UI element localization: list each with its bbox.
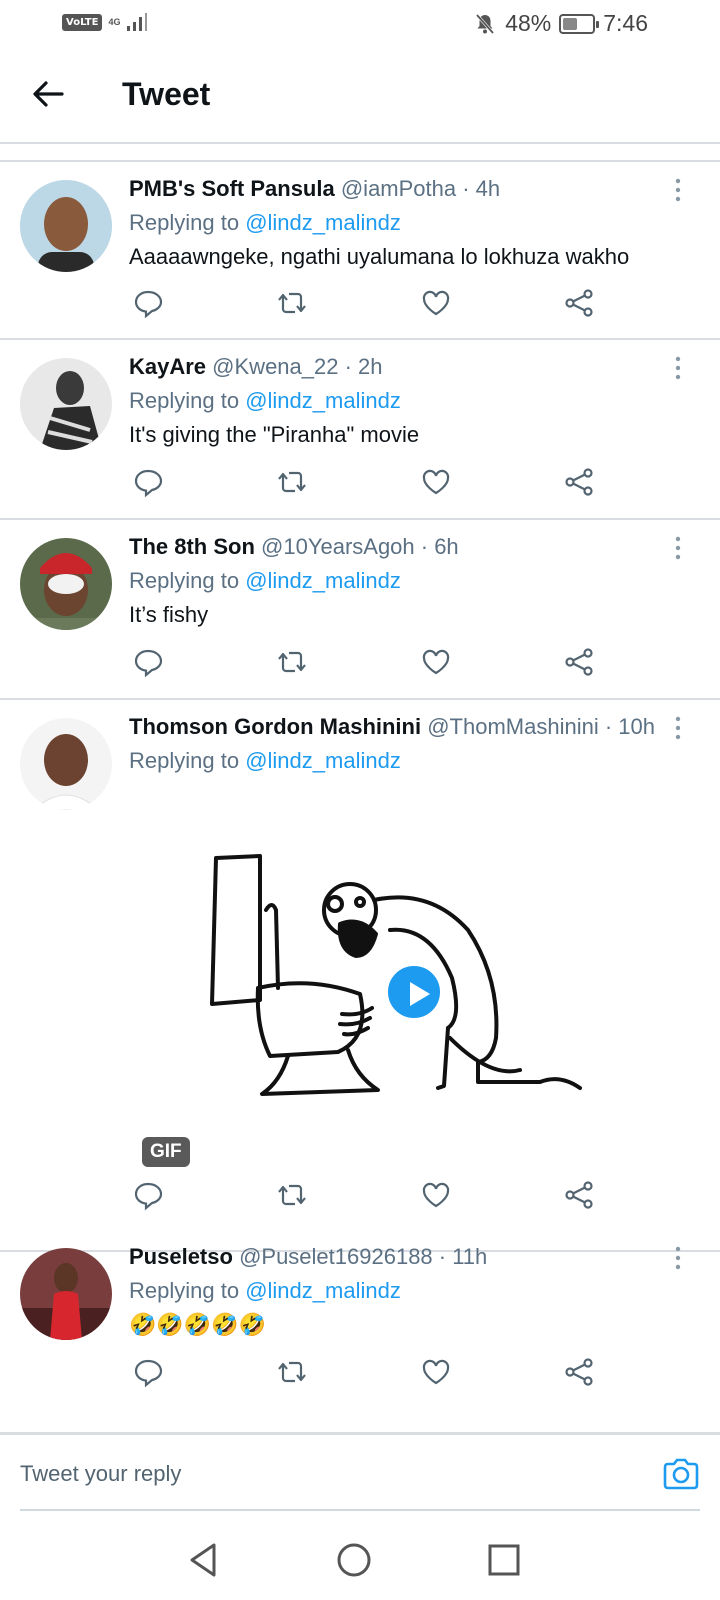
replying-to: Replying to @lindz_malindz [129, 748, 700, 774]
retweet-icon[interactable] [275, 1355, 309, 1389]
reply-icon[interactable] [131, 465, 165, 499]
tweet-text: 🤣🤣🤣🤣🤣 [129, 1312, 266, 1337]
share-icon[interactable] [562, 1355, 596, 1389]
signal-strength-icon [127, 13, 148, 31]
more-icon[interactable] [674, 536, 682, 560]
battery-icon [559, 13, 600, 34]
tweet-header: PMB's Soft Pansula @iamPotha · 4h [129, 176, 700, 202]
retweet-icon[interactable] [275, 465, 309, 499]
nav-recents-icon[interactable] [484, 1540, 524, 1580]
tweet-actions [131, 645, 611, 679]
tweet-item[interactable]: Puseletso @Puselet16926188 · 11h Replyin… [0, 1244, 720, 1432]
replying-to: Replying to @lindz_malindz [129, 1278, 700, 1304]
back-arrow-icon[interactable] [28, 74, 68, 114]
nav-home-icon[interactable] [334, 1540, 374, 1580]
page-title: Tweet [122, 76, 211, 112]
system-nav-bar [0, 1520, 720, 1600]
signal-indicators: VoLTE 4G [62, 12, 148, 32]
reply-icon[interactable] [131, 286, 165, 320]
like-icon[interactable] [419, 645, 453, 679]
reply-icon[interactable] [131, 1355, 165, 1389]
tweet-header: KayAre @Kwena_22 · 2h [129, 354, 700, 380]
reply-icon[interactable] [131, 1178, 165, 1212]
like-icon[interactable] [419, 286, 453, 320]
author-meta: @Kwena_22 · 2h [212, 354, 383, 379]
retweet-icon[interactable] [275, 1178, 309, 1212]
author-name[interactable]: KayAre [129, 354, 206, 379]
author-name[interactable]: Thomson Gordon Mashinini [129, 714, 421, 739]
network-type: 4G [108, 16, 121, 27]
avatar[interactable] [20, 538, 112, 630]
replying-label: Replying to [129, 1278, 240, 1303]
replying-label: Replying to [129, 568, 240, 593]
author-meta: @10YearsAgoh · 6h [261, 534, 459, 559]
tweet-item[interactable]: KayAre @Kwena_22 · 2h Replying to @lindz… [0, 340, 720, 520]
tweet-actions [131, 465, 611, 499]
tweet-actions [131, 1178, 611, 1212]
volte-badge: VoLTE [62, 13, 103, 31]
avatar[interactable] [20, 180, 112, 272]
mute-bell-icon [476, 13, 495, 34]
replying-to: Replying to @lindz_malindz [129, 210, 700, 236]
share-icon[interactable] [562, 645, 596, 679]
author-name[interactable]: Puseletso [129, 1244, 233, 1269]
author-meta: @iamPotha · 4h [340, 176, 501, 201]
more-icon[interactable] [674, 716, 682, 740]
tweet-actions [131, 286, 611, 320]
author-meta: @ThomMashinini · 10h [427, 714, 655, 739]
replying-label: Replying to [129, 748, 240, 773]
battery-percent: 48% [505, 10, 552, 36]
like-icon[interactable] [419, 465, 453, 499]
gif-badge: GIF [142, 1137, 190, 1167]
replying-label: Replying to [129, 388, 240, 413]
share-icon[interactable] [562, 1178, 596, 1212]
status-right: 48% 7:46 [473, 10, 648, 37]
tweet-header: The 8th Son @10YearsAgoh · 6h [129, 534, 700, 560]
tweet-item[interactable]: The 8th Son @10YearsAgoh · 6h Replying t… [0, 520, 720, 700]
clock: 7:46 [603, 10, 648, 36]
like-icon[interactable] [419, 1355, 453, 1389]
reply-handle-link[interactable]: @lindz_malindz [245, 748, 401, 773]
more-icon[interactable] [674, 1246, 682, 1270]
battery-fill [563, 17, 577, 30]
reply-handle-link[interactable]: @lindz_malindz [245, 1278, 401, 1303]
author-name[interactable]: PMB's Soft Pansula [129, 176, 335, 201]
reply-handle-link[interactable]: @lindz_malindz [245, 568, 401, 593]
avatar[interactable] [20, 358, 112, 450]
tweet-text: It's giving the "Piranha" movie [129, 422, 420, 447]
retweet-icon[interactable] [275, 286, 309, 320]
share-icon[interactable] [562, 286, 596, 320]
more-icon[interactable] [674, 178, 682, 202]
replying-to: Replying to @lindz_malindz [129, 388, 700, 414]
app-header: Tweet [0, 48, 720, 144]
play-button[interactable] [385, 963, 443, 1021]
reply-input[interactable] [20, 1435, 700, 1511]
replying-label: Replying to [129, 210, 240, 235]
reply-icon[interactable] [131, 645, 165, 679]
avatar[interactable] [20, 1248, 112, 1340]
like-icon[interactable] [419, 1178, 453, 1212]
replying-to: Replying to @lindz_malindz [129, 568, 700, 594]
camera-icon[interactable] [662, 1457, 700, 1491]
tweet-text: Aaaaawngeke, ngathi uyalumana lo lokhuza… [129, 244, 630, 269]
author-meta: @Puselet16926188 · 11h [239, 1244, 488, 1269]
more-icon[interactable] [674, 356, 682, 380]
reply-handle-link[interactable]: @lindz_malindz [245, 210, 401, 235]
share-icon[interactable] [562, 465, 596, 499]
avatar[interactable] [20, 718, 112, 810]
author-name[interactable]: The 8th Son [129, 534, 255, 559]
reply-handle-link[interactable]: @lindz_malindz [245, 388, 401, 413]
tweet-header: Thomson Gordon Mashinini @ThomMashinini … [129, 714, 700, 740]
nav-back-icon[interactable] [184, 1540, 224, 1580]
tweet-header: Puseletso @Puselet16926188 · 11h [129, 1244, 700, 1270]
tweet-text: It’s fishy [129, 602, 209, 627]
reply-composer [0, 1432, 720, 1511]
tweet-actions [131, 1355, 611, 1389]
status-bar: VoLTE 4G 48% 7:46 [0, 0, 720, 48]
tweet-item[interactable]: PMB's Soft Pansula @iamPotha · 4h Replyi… [0, 162, 720, 340]
retweet-icon[interactable] [275, 645, 309, 679]
